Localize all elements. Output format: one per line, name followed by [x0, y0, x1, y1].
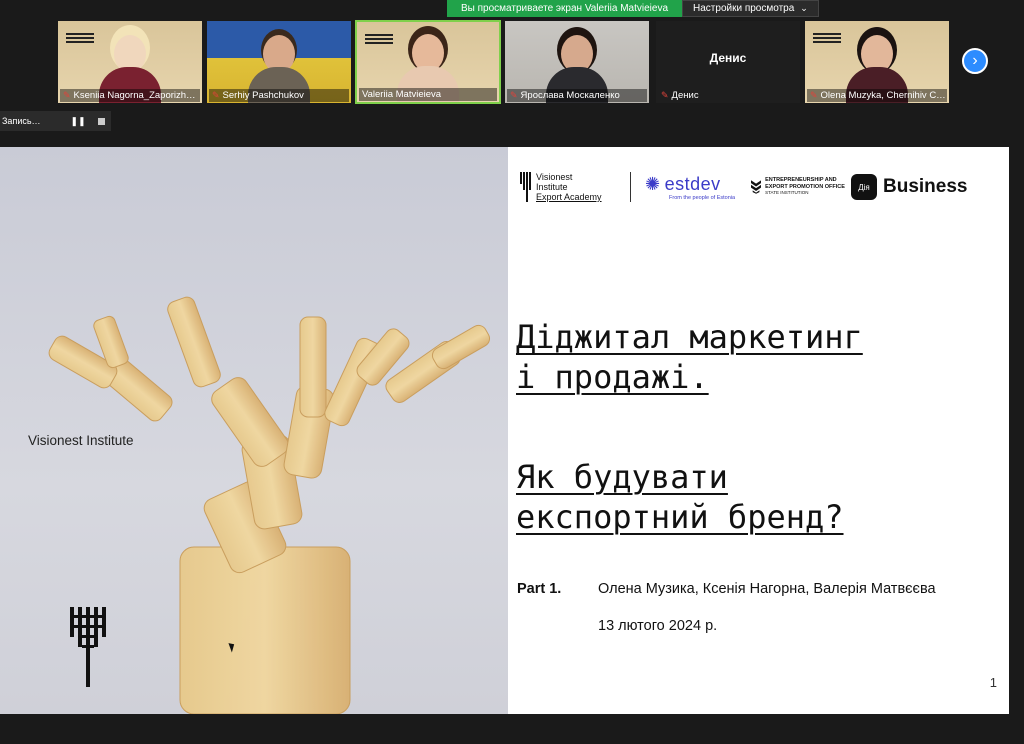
participant-name-label: ✎ Ярослава Москаленко: [507, 89, 647, 102]
participant-name-label: ✎ Olena Muzyka, Chernihiv C…: [807, 89, 947, 102]
eepo-chevron-icon: [751, 180, 762, 194]
estdev-wordmark: ESTDEV: [664, 173, 721, 194]
pause-icon[interactable]: ❚❚: [71, 116, 86, 127]
slide-date: 13 лютого 2024 р.: [598, 618, 718, 634]
recording-bar: Запись… ❚❚: [0, 111, 111, 131]
slide-page-number: 1: [989, 675, 997, 690]
partner-logos: Visionest Institute Export Academy ✺ ESTD…: [520, 167, 990, 207]
participant-tile[interactable]: ✎ Serhiy Pashchukov: [206, 20, 352, 104]
vi-logo-line3: Export Academy: [536, 192, 602, 202]
slide-text-panel: Visionest Institute Export Academy ✺ ESTD…: [508, 147, 1009, 714]
participant-tile-active-speaker[interactable]: Valeriia Matvieieva: [355, 20, 501, 104]
slide-subtitle: Як будувати експортний бренд?: [516, 457, 844, 537]
slide-institute-label: Visionest Institute: [28, 433, 134, 448]
slide-title-line1: Діджитал маркетинг: [516, 318, 863, 356]
eepo-sub: STATE INSTITUTION: [765, 190, 809, 196]
mic-muted-icon: ✎: [661, 90, 669, 100]
slide-image-panel: Visionest Institute: [0, 147, 508, 714]
mic-muted-icon: ✎: [510, 90, 518, 100]
visionest-logo-icon: [66, 31, 94, 53]
logo-divider: [630, 172, 631, 202]
screen-share-banner: Вы просматриваете экран Valeriia Matviei…: [447, 0, 819, 17]
diia-box-mark: Дія: [851, 174, 877, 200]
visionest-logo-icon: [365, 32, 393, 54]
chevron-right-icon[interactable]: ›: [962, 48, 988, 74]
estdev-tagline: From the people of Estonia: [669, 194, 736, 201]
visionest-logo-icon: [813, 31, 841, 53]
diia-business-wordmark: Business: [883, 176, 968, 197]
slide-authors: Олена Музика, Ксенія Нагорна, Валерія Ма…: [598, 581, 936, 597]
viewing-screen-label: Вы просматриваете экран Valeriia Matviei…: [447, 0, 683, 17]
view-options-button[interactable]: Настройки просмотра ⌄: [682, 0, 819, 17]
diia-business-logo: Дія Business: [851, 174, 967, 200]
participant-video-strip: ✎ Kseniia Nagorna_Zaporizh… ✎ Serhiy Pashc…: [0, 17, 1024, 107]
visionest-logo-icon: [70, 607, 106, 687]
recording-label: Запись…: [2, 116, 41, 126]
estdev-flower-icon: ✺: [645, 173, 661, 194]
stop-icon[interactable]: [97, 117, 105, 125]
slide-subtitle-line1: Як будувати: [516, 458, 728, 496]
vi-logo-line2: Institute: [536, 182, 568, 192]
participant-tile[interactable]: ✎ Ярослава Москаленко: [504, 20, 650, 104]
participant-name-label: ✎ Денис: [661, 90, 699, 101]
participant-name-label: ✎ Serhiy Pashchukov: [209, 89, 349, 102]
shared-screen-slide: Visionest Institute Visionest Institute …: [0, 147, 1009, 714]
view-options-label: Настройки просмотра: [693, 3, 795, 14]
participant-name-label: ✎ Kseniia Nagorna_Zaporizh…: [60, 89, 200, 102]
participant-name-label: Valeriia Matvieieva: [359, 88, 497, 101]
mic-muted-icon: ✎: [810, 90, 818, 100]
slide-title: Діджитал маркетинг і продажі.: [516, 317, 863, 397]
participant-tile[interactable]: Денис ✎ Денис: [655, 20, 801, 104]
chevron-down-icon: ⌄: [800, 3, 808, 13]
visionest-institute-logo: Visionest Institute Export Academy: [520, 172, 630, 202]
participant-tile[interactable]: ✎ Kseniia Nagorna_Zaporizh…: [57, 20, 203, 104]
slide-part-label: Part 1.: [517, 581, 562, 597]
slide-subtitle-line2: експортний бренд?: [516, 498, 844, 536]
vi-logo-line1: Visionest: [536, 172, 573, 182]
mic-muted-icon: ✎: [212, 90, 220, 100]
eepo-logo: ENTREPRENEURSHIP AND EXPORT PROMOTION OF…: [751, 175, 851, 199]
participant-display-name: Денис: [709, 51, 747, 65]
visionest-mark-icon: [520, 172, 531, 202]
eepo-name: ENTREPRENEURSHIP AND EXPORT PROMOTION OF…: [765, 177, 845, 190]
estdev-logo: ✺ ESTDEV From the people of Estonia: [645, 174, 751, 201]
mic-muted-icon: ✎: [63, 90, 71, 100]
slide-title-line2: і продажі.: [516, 358, 709, 396]
participant-tile[interactable]: ✎ Olena Muzyka, Chernihiv C…: [804, 20, 950, 104]
